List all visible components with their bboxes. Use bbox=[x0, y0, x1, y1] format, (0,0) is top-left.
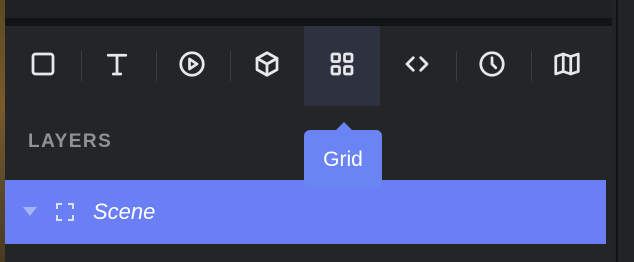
grid-tool-button[interactable] bbox=[304, 26, 380, 106]
3d-box-tool-button[interactable] bbox=[229, 26, 305, 106]
right-panel-border bbox=[612, 0, 634, 262]
clock-tool-button[interactable] bbox=[454, 26, 530, 106]
code-tool-button[interactable] bbox=[379, 26, 455, 106]
rectangle-tool-button[interactable] bbox=[5, 26, 81, 106]
panel-bottom bbox=[5, 244, 612, 262]
grid-tooltip: Grid bbox=[304, 122, 382, 189]
play-tool-button[interactable] bbox=[154, 26, 230, 106]
toolbar bbox=[5, 26, 612, 106]
grid-icon bbox=[327, 49, 357, 84]
expand-caret-icon[interactable] bbox=[23, 207, 37, 216]
top-divider bbox=[5, 18, 617, 26]
play-circle-icon bbox=[177, 49, 207, 84]
tooltip-text: Grid bbox=[323, 147, 363, 171]
frame-icon bbox=[53, 200, 77, 224]
layer-row-scene[interactable]: Scene bbox=[5, 180, 606, 244]
text-tool-button[interactable] bbox=[79, 26, 155, 106]
map-icon bbox=[552, 49, 582, 84]
clock-icon bbox=[477, 49, 507, 84]
layers-section-title: LAYERS bbox=[28, 131, 113, 152]
top-bar bbox=[5, 0, 617, 18]
square-icon bbox=[28, 49, 58, 84]
layer-label: Scene bbox=[93, 199, 156, 224]
text-icon bbox=[102, 49, 132, 84]
code-icon bbox=[402, 49, 432, 84]
map-tool-button[interactable] bbox=[529, 26, 605, 106]
cube-icon bbox=[252, 49, 282, 84]
